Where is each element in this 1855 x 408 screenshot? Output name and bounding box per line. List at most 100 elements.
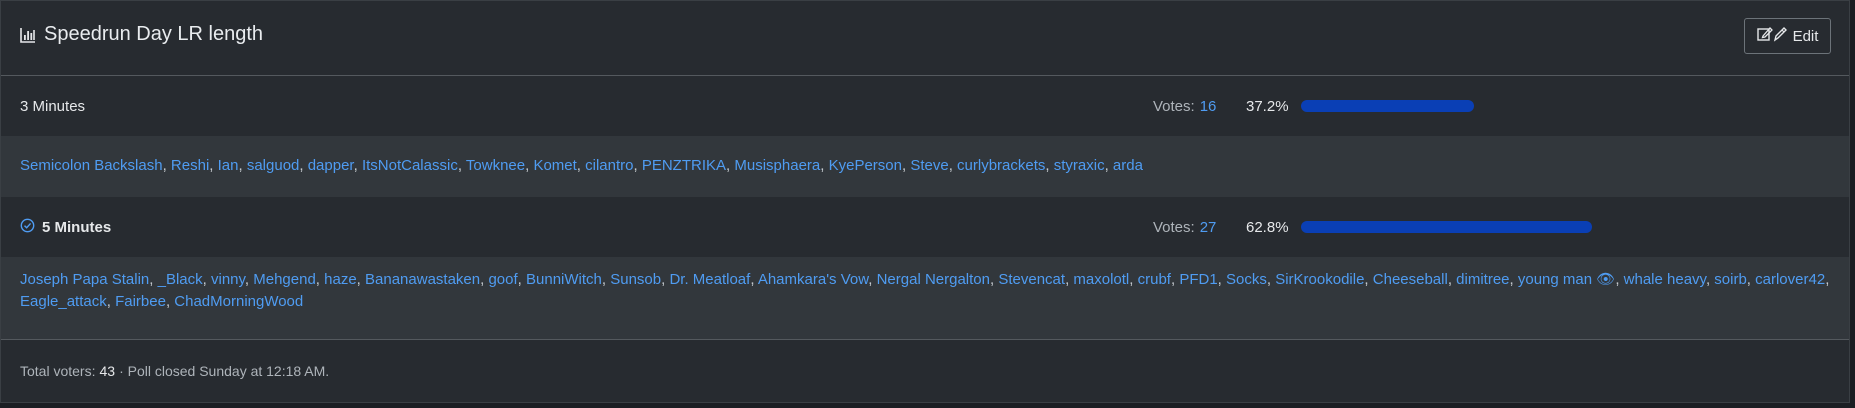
voter-separator: , (356, 271, 366, 288)
voter-link[interactable]: PFD1 (1179, 271, 1217, 288)
edit-button-label: Edit (1792, 27, 1819, 45)
voter-separator: , (601, 271, 611, 288)
voter-link[interactable]: goof (488, 271, 517, 288)
voter-link[interactable]: KyePerson (829, 157, 902, 174)
option-label: 3 Minutes (20, 76, 85, 136)
total-voters-label: Total voters: (20, 362, 96, 379)
voter-link[interactable]: SirKrookodile (1275, 271, 1364, 288)
voter-link[interactable]: arda (1113, 157, 1143, 174)
edit-icon (1756, 26, 1787, 46)
voter-separator: , (1825, 271, 1830, 288)
voter-separator: , (1045, 157, 1054, 174)
poll-option-3-minutes: 3 Minutes Votes: 16 37.2% (1, 76, 1849, 136)
voter-separator: , (633, 157, 642, 174)
voter-separator: , (820, 157, 829, 174)
poll-panel: Speedrun Day LR length Edit 3 Minutes Vo… (0, 0, 1850, 403)
voter-separator: , (1129, 271, 1138, 288)
option-percent: 62.8% (1246, 218, 1289, 236)
poll-title-text: Speedrun Day LR length (44, 23, 264, 45)
voter-separator: , (353, 157, 362, 174)
voter-link[interactable]: BunniWitch (526, 271, 602, 288)
voter-link[interactable]: dimitree (1456, 271, 1509, 288)
voter-link[interactable]: Semicolon Backslash (20, 157, 163, 174)
voter-link[interactable]: Ian (218, 157, 239, 174)
voter-separator: , (162, 157, 171, 174)
voter-link[interactable]: Reshi (171, 157, 209, 174)
voter-separator: , (1615, 271, 1624, 288)
voter-link[interactable]: young man 👁 (1518, 271, 1615, 288)
voter-separator: , (1364, 271, 1373, 288)
progress-fill (1301, 100, 1474, 112)
voter-link[interactable]: crubf (1138, 271, 1171, 288)
voter-link[interactable]: Towknee (466, 157, 525, 174)
voter-separator: , (315, 271, 325, 288)
voter-separator: , (1266, 271, 1276, 288)
voter-separator: , (750, 271, 758, 288)
voter-link[interactable]: Nergal Nergalton (877, 271, 990, 288)
voter-link[interactable]: Mehgend (253, 271, 316, 288)
voter-separator: , (238, 157, 247, 174)
option-votes: Votes: 16 (1153, 76, 1216, 136)
voter-link[interactable]: carlover42 (1755, 271, 1825, 288)
option-progress-bar (1301, 100, 1701, 112)
voter-link[interactable]: maxolotl (1073, 271, 1129, 288)
voter-separator: , (299, 157, 308, 174)
voter-link[interactable]: styraxic (1054, 157, 1105, 174)
progress-fill (1301, 221, 1592, 233)
voter-link[interactable]: ItsNotCalassic (362, 157, 458, 174)
voter-separator: , (1104, 157, 1113, 174)
option-label-text: 5 Minutes (42, 218, 112, 236)
voter-link[interactable]: Ahamkara's Vow (758, 271, 868, 288)
option-label-text: 3 Minutes (20, 97, 86, 115)
voter-separator: , (209, 157, 218, 174)
voter-link[interactable]: Bananawastaken (365, 271, 480, 288)
voter-link[interactable]: dapper (308, 157, 354, 174)
voter-list: Joseph Papa Stalin, _Black, vinny, Mehge… (1, 257, 1849, 340)
voter-link[interactable]: haze (324, 271, 357, 288)
voter-separator: , (244, 271, 254, 288)
voter-separator: , (202, 271, 211, 288)
voter-link[interactable]: _Black (158, 271, 203, 288)
option-votes: Votes: 27 (1153, 197, 1216, 257)
edit-button[interactable]: Edit (1744, 18, 1831, 54)
check-circle-icon (20, 218, 35, 237)
voter-separator: , (106, 293, 116, 310)
voter-link[interactable]: Steve (910, 157, 948, 174)
voter-link[interactable]: whale heavy (1624, 271, 1706, 288)
voter-separator: , (1746, 271, 1756, 288)
voter-link[interactable]: Musisphaera (734, 157, 820, 174)
voter-link[interactable]: Komet (533, 157, 576, 174)
poll-option-5-minutes: 5 Minutes Votes: 27 62.8% (1, 197, 1849, 257)
voter-link[interactable]: PENZTRIKA (642, 157, 726, 174)
total-voters-count: 43 (99, 362, 116, 379)
voter-link[interactable]: soirb (1714, 271, 1747, 288)
votes-label: Votes: (1153, 218, 1195, 236)
poll-footer: Total voters: 43 · Poll closed Sunday at… (1, 340, 1849, 401)
voter-list: Semicolon Backslash, Reshi, Ian, salguod… (1, 136, 1849, 197)
voter-separator: , (1447, 271, 1457, 288)
voter-link[interactable]: Joseph Papa Stalin (20, 271, 149, 288)
voter-separator: , (457, 157, 466, 174)
voter-separator: , (868, 271, 877, 288)
voter-link[interactable]: Dr. Meatloaf (669, 271, 750, 288)
votes-count-link[interactable]: 16 (1200, 98, 1217, 115)
option-progress-bar (1301, 221, 1701, 233)
voter-link[interactable]: Fairbee (115, 293, 166, 310)
voter-link[interactable]: ChadMorningWood (174, 293, 303, 310)
voter-link[interactable]: Eagle_attack (20, 293, 107, 310)
voter-link[interactable]: Stevencat (998, 271, 1065, 288)
voter-link[interactable]: cilantro (585, 157, 633, 174)
option-label: 5 Minutes (20, 197, 111, 257)
voter-link[interactable]: vinny (211, 271, 245, 288)
poll-title: Speedrun Day LR length (20, 23, 263, 46)
voter-separator: , (149, 271, 158, 288)
votes-count-link[interactable]: 27 (1200, 219, 1217, 236)
voter-link[interactable]: Sunsob (610, 271, 661, 288)
voter-link[interactable]: salguod (247, 157, 300, 174)
voter-link[interactable]: Cheeseball (1373, 271, 1448, 288)
voter-link[interactable]: curlybrackets (957, 157, 1045, 174)
voter-separator: , (576, 157, 586, 174)
poll-header: Speedrun Day LR length Edit (1, 1, 1849, 76)
voter-separator: , (517, 271, 526, 288)
voter-link[interactable]: Socks (1226, 271, 1267, 288)
